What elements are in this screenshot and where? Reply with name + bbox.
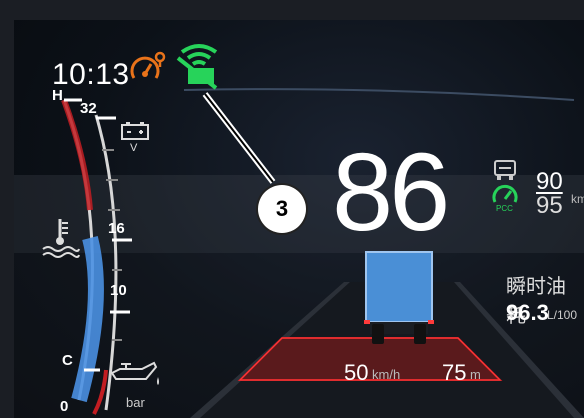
current-speed: 86: [332, 131, 450, 254]
instrument-cluster: 10:13 3 V H 32 16 10 C 0 bar 86 PCC 90 9…: [0, 0, 584, 418]
fuel-scale-32: 32: [80, 100, 97, 117]
connectivity-icon: [176, 44, 218, 90]
coolant-temperature-icon: [42, 219, 80, 258]
cluster-screen: 10:13 3 V H 32 16 10 C 0 bar 86 PCC 90 9…: [14, 20, 584, 418]
cruise-set-speed: 95: [536, 192, 563, 219]
acc-speed-unit: km/h: [372, 367, 401, 382]
display-bezel-left: [0, 0, 14, 418]
fuel-scale-10: 10: [110, 282, 127, 299]
display-bezel-top: [0, 0, 584, 20]
fuel-consumption-value: 96.3: [506, 300, 549, 325]
fuel-consumption-unit: L/100: [547, 308, 578, 322]
truck-ahead-icon: [364, 251, 434, 344]
fuel-scale-16: 16: [108, 220, 125, 237]
oil-pressure-unit: bar: [126, 395, 145, 410]
acc-distance-unit: m: [470, 367, 481, 382]
temp-high-label: H: [52, 87, 63, 104]
fuel-scale-0: 0: [60, 398, 69, 415]
cruise-control-label: PCC: [496, 204, 513, 212]
acc-set-speed: 50: [344, 360, 369, 385]
speed-limiter-icon: [494, 160, 516, 180]
speed-unit: km/: [571, 192, 584, 206]
callout-marker: 3: [258, 185, 306, 233]
callout-leader-line: [202, 92, 276, 184]
oil-pressure-icon: [110, 361, 159, 385]
cruise-control-icon: PCC: [492, 184, 518, 212]
acc-following-distance: 75: [442, 360, 467, 385]
temp-low-label: C: [62, 352, 73, 369]
